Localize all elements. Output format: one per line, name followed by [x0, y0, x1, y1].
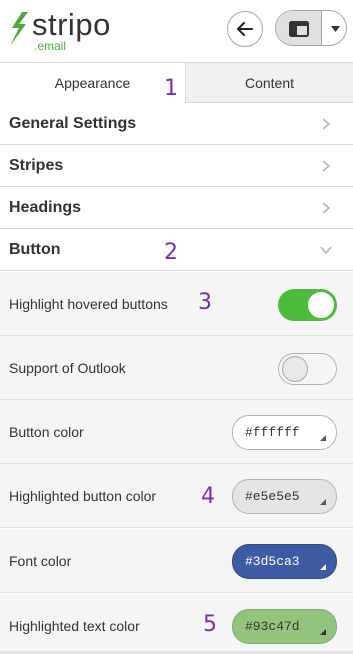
- annotation-marker-1: 1: [164, 76, 178, 101]
- chevron-down-icon: [320, 246, 332, 255]
- arrow-left-icon: [237, 22, 253, 36]
- section-label: Button: [9, 241, 61, 258]
- section-headings[interactable]: Headings: [0, 187, 353, 229]
- setting-button-color: Button color #ffffff: [0, 400, 353, 464]
- section-general-settings[interactable]: General Settings: [0, 103, 353, 145]
- panel-header: stripo .email: [0, 0, 353, 62]
- chevron-right-icon: [322, 160, 331, 172]
- tab-appearance[interactable]: Appearance: [0, 62, 186, 103]
- highlighted-text-color-picker[interactable]: #93c47d: [232, 609, 337, 644]
- color-value: #e5e5e5: [245, 489, 300, 504]
- highlighted-button-color-picker[interactable]: #e5e5e5: [232, 479, 337, 514]
- setting-font-color: Font color #3d5ca3: [0, 529, 353, 593]
- toggle-knob: [308, 292, 334, 318]
- setting-label: Button color: [9, 424, 84, 440]
- section-label: Stripes: [9, 157, 64, 174]
- annotation-marker-3: 3: [198, 290, 212, 315]
- support-outlook-toggle[interactable]: [278, 353, 337, 385]
- resize-corner-icon: [320, 629, 326, 635]
- section-label: Headings: [9, 199, 82, 216]
- resize-corner-icon: [320, 435, 326, 441]
- setting-label: Highlighted text color: [9, 618, 140, 634]
- color-value: #93c47d: [245, 619, 300, 634]
- section-label: General Settings: [9, 115, 137, 132]
- chevron-right-icon: [322, 118, 331, 130]
- setting-label: Support of Outlook: [9, 360, 126, 376]
- setting-label: Highlighted button color: [9, 488, 157, 504]
- section-stripes[interactable]: Stripes: [0, 145, 353, 187]
- view-mode-button[interactable]: [276, 11, 322, 45]
- setting-highlight-hovered-buttons: Highlight hovered buttons: [0, 272, 353, 336]
- font-color-picker[interactable]: #3d5ca3: [232, 544, 337, 579]
- color-value: #3d5ca3: [245, 554, 300, 569]
- setting-highlighted-text-color: Highlighted text color #93c47d: [0, 594, 353, 652]
- layout-panel-icon: [288, 21, 309, 37]
- stripo-appearance-panel: stripo .email Appearance Content General…: [0, 0, 353, 654]
- stripo-logo-icon: [10, 12, 28, 46]
- view-mode-switcher[interactable]: [275, 10, 347, 46]
- back-button[interactable]: [227, 11, 263, 47]
- setting-highlighted-button-color: Highlighted button color #e5e5e5: [0, 464, 353, 528]
- chevron-right-icon: [322, 202, 331, 214]
- logo-wordmark: stripo: [32, 7, 111, 42]
- logo-subtext: .email: [34, 39, 67, 53]
- resize-corner-icon: [320, 499, 326, 505]
- stripo-logo: stripo .email: [6, 6, 126, 54]
- setting-label: Highlight hovered buttons: [9, 296, 168, 312]
- setting-support-outlook: Support of Outlook: [0, 336, 353, 400]
- button-color-picker[interactable]: #ffffff: [232, 415, 337, 450]
- annotation-marker-2: 2: [164, 240, 178, 265]
- annotation-marker-4: 4: [201, 484, 215, 509]
- view-mode-dropdown[interactable]: [322, 11, 346, 45]
- caret-down-icon: [330, 26, 340, 32]
- setting-label: Font color: [9, 553, 72, 569]
- color-value: #ffffff: [245, 425, 300, 440]
- annotation-marker-5: 5: [203, 612, 217, 637]
- highlight-hovered-toggle[interactable]: [278, 289, 337, 321]
- resize-corner-icon: [320, 564, 326, 570]
- tab-content[interactable]: Content: [186, 62, 353, 103]
- toggle-knob: [282, 356, 308, 382]
